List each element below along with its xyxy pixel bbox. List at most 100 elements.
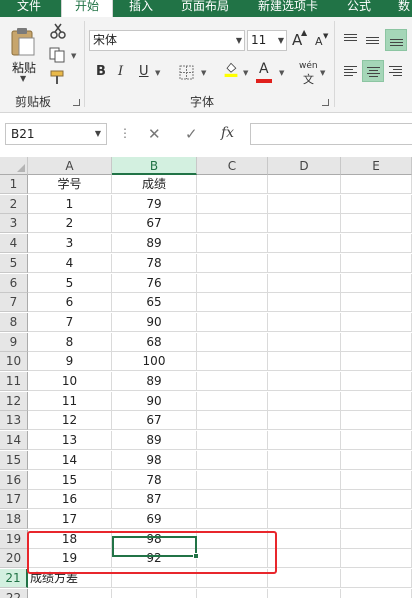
cell-c18[interactable] bbox=[197, 509, 268, 529]
cell-c8[interactable] bbox=[197, 312, 268, 332]
row-header[interactable]: 8 bbox=[0, 312, 28, 332]
cell-a2[interactable]: 1 bbox=[28, 194, 112, 214]
row-header[interactable]: 19 bbox=[0, 529, 28, 549]
cell-a9[interactable]: 8 bbox=[28, 332, 112, 352]
cell-e11[interactable] bbox=[341, 372, 412, 391]
cell-d5[interactable] bbox=[268, 253, 341, 273]
cell-c9[interactable] bbox=[197, 332, 268, 352]
phonetic-dropdown-icon[interactable]: ▼ bbox=[320, 69, 325, 77]
cell-b6[interactable]: 76 bbox=[112, 273, 197, 293]
cell-d4[interactable] bbox=[268, 234, 341, 254]
cell-d3[interactable] bbox=[268, 214, 341, 234]
cell-c1[interactable] bbox=[197, 175, 268, 194]
cell-e7[interactable] bbox=[341, 293, 412, 313]
row-header[interactable]: 2 bbox=[0, 194, 28, 214]
font-color-dropdown-icon[interactable]: ▼ bbox=[279, 69, 284, 77]
cell-b9[interactable]: 68 bbox=[112, 332, 197, 352]
cell-d7[interactable] bbox=[268, 293, 341, 313]
font-size-select[interactable]: 11 ▼ bbox=[247, 30, 287, 51]
cell-d8[interactable] bbox=[268, 312, 341, 332]
cell-d2[interactable] bbox=[268, 194, 341, 214]
cell-e2[interactable] bbox=[341, 194, 412, 214]
row-header[interactable]: 7 bbox=[0, 293, 28, 313]
cell-a18[interactable]: 17 bbox=[28, 509, 112, 529]
align-left-button[interactable] bbox=[340, 60, 362, 82]
cell-e10[interactable] bbox=[341, 352, 412, 372]
cell-e6[interactable] bbox=[341, 273, 412, 293]
cell-d18[interactable] bbox=[268, 509, 341, 529]
shrink-font-button[interactable]: A bbox=[315, 35, 323, 48]
cell-c7[interactable] bbox=[197, 293, 268, 313]
cell-b2[interactable]: 79 bbox=[112, 194, 197, 214]
align-bottom-button[interactable] bbox=[385, 29, 407, 51]
cell-d15[interactable] bbox=[268, 450, 341, 470]
cell-b10[interactable]: 100 bbox=[112, 352, 197, 372]
cell-a10[interactable]: 9 bbox=[28, 352, 112, 372]
formula-input[interactable] bbox=[250, 123, 412, 145]
cell-e12[interactable] bbox=[341, 391, 412, 411]
cell-c16[interactable] bbox=[197, 470, 268, 490]
cell-e20[interactable] bbox=[341, 549, 412, 569]
cell-b4[interactable]: 89 bbox=[112, 234, 197, 254]
cell-c15[interactable] bbox=[197, 450, 268, 470]
cell-b15[interactable]: 98 bbox=[112, 450, 197, 470]
column-header-e[interactable]: E bbox=[341, 157, 412, 175]
border-dropdown-icon[interactable]: ▼ bbox=[201, 69, 206, 77]
row-header[interactable]: 11 bbox=[0, 372, 28, 391]
row-header[interactable]: 15 bbox=[0, 450, 28, 470]
paste-icon[interactable] bbox=[10, 27, 36, 57]
cell-a12[interactable]: 11 bbox=[28, 391, 112, 411]
cell-b16[interactable]: 78 bbox=[112, 470, 197, 490]
row-header[interactable]: 10 bbox=[0, 352, 28, 372]
cell-b22[interactable] bbox=[112, 588, 197, 598]
row-header[interactable]: 4 bbox=[0, 234, 28, 254]
column-header-b[interactable]: B bbox=[112, 157, 197, 175]
cell-d10[interactable] bbox=[268, 352, 341, 372]
row-header[interactable]: 5 bbox=[0, 253, 28, 273]
fill-color-icon[interactable] bbox=[222, 61, 240, 77]
cell-b11[interactable]: 89 bbox=[112, 372, 197, 391]
cell-d19[interactable] bbox=[268, 529, 341, 549]
cell-b17[interactable]: 87 bbox=[112, 490, 197, 510]
row-header[interactable]: 21 bbox=[0, 569, 28, 588]
align-top-button[interactable] bbox=[340, 29, 362, 51]
cell-e16[interactable] bbox=[341, 470, 412, 490]
cell-e19[interactable] bbox=[341, 529, 412, 549]
cell-d16[interactable] bbox=[268, 470, 341, 490]
font-name-select[interactable]: 宋体 ▼ bbox=[89, 30, 245, 51]
cell-a16[interactable]: 15 bbox=[28, 470, 112, 490]
fill-color-dropdown-icon[interactable]: ▼ bbox=[243, 69, 248, 77]
cell-e8[interactable] bbox=[341, 312, 412, 332]
cell-d17[interactable] bbox=[268, 490, 341, 510]
name-box[interactable]: B21 ▼ bbox=[5, 123, 107, 145]
format-painter-icon[interactable] bbox=[49, 69, 67, 85]
row-header[interactable]: 22 bbox=[0, 588, 28, 598]
cell-c3[interactable] bbox=[197, 214, 268, 234]
cell-a13[interactable]: 12 bbox=[28, 411, 112, 431]
cell-d9[interactable] bbox=[268, 332, 341, 352]
cell-e14[interactable] bbox=[341, 431, 412, 451]
cell-d12[interactable] bbox=[268, 391, 341, 411]
cell-a11[interactable]: 10 bbox=[28, 372, 112, 391]
cell-a15[interactable]: 14 bbox=[28, 450, 112, 470]
row-header[interactable]: 14 bbox=[0, 431, 28, 451]
fill-handle[interactable] bbox=[193, 553, 199, 559]
cell-d11[interactable] bbox=[268, 372, 341, 391]
font-launcher-icon[interactable] bbox=[322, 99, 329, 106]
cell-c10[interactable] bbox=[197, 352, 268, 372]
row-header[interactable]: 1 bbox=[0, 175, 28, 194]
cell-e15[interactable] bbox=[341, 450, 412, 470]
enter-icon[interactable]: ✓ bbox=[185, 125, 198, 143]
more-options-icon[interactable]: ⋮ bbox=[119, 126, 131, 140]
cell-b12[interactable]: 90 bbox=[112, 391, 197, 411]
clipboard-launcher-icon[interactable] bbox=[73, 99, 80, 106]
cell-b8[interactable]: 90 bbox=[112, 312, 197, 332]
cell-e3[interactable] bbox=[341, 214, 412, 234]
underline-dropdown-icon[interactable]: ▼ bbox=[155, 69, 160, 77]
cell-c14[interactable] bbox=[197, 431, 268, 451]
cell-d21[interactable] bbox=[268, 569, 341, 588]
column-header-d[interactable]: D bbox=[268, 157, 341, 175]
cell-c13[interactable] bbox=[197, 411, 268, 431]
copy-icon[interactable] bbox=[49, 47, 67, 63]
cell-d20[interactable] bbox=[268, 549, 341, 569]
